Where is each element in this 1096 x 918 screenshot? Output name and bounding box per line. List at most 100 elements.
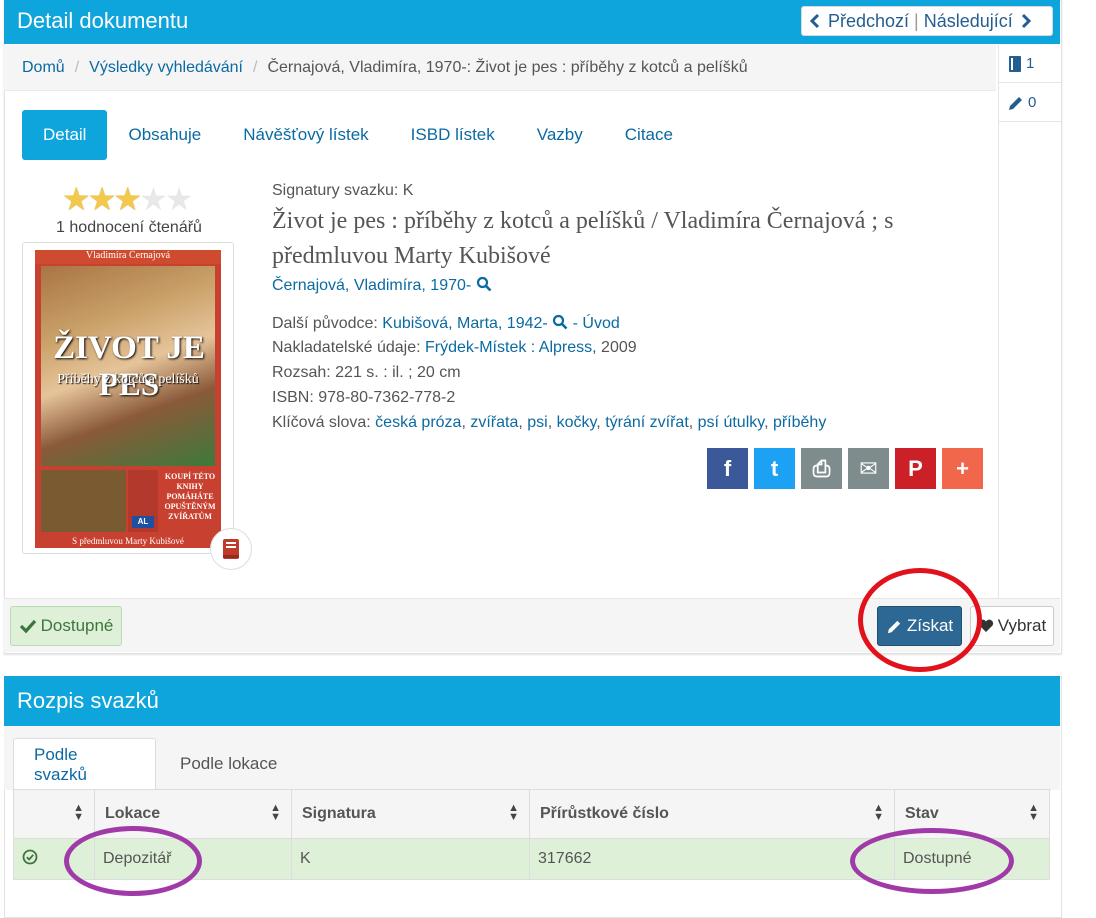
book-cover-image: Vladimíra Černajová ŽIVOT JE PES Příběhy… <box>35 250 221 548</box>
breadcrumb-separator: / <box>253 58 258 76</box>
tab-catalog-card[interactable]: Návěšťový lístek <box>222 110 389 160</box>
share-buttons: f t ⎙ ✉ P + <box>707 448 983 489</box>
extent-value: 221 s. : il. ; 20 cm <box>335 364 461 381</box>
other-authors: Další původce: Kubišová, Marta, 1942- - … <box>272 314 620 333</box>
star-icon: ★ <box>139 181 168 217</box>
breadcrumb-search-results[interactable]: Výsledky vyhledávání <box>89 59 243 77</box>
sort-icon: ▲ ▼ <box>270 802 281 823</box>
signatures: Signatury svazku: K <box>272 182 413 200</box>
annotation-purple-ellipse-status <box>850 828 1014 894</box>
cover-subtitle: Příběhy z kotců a pelíšků <box>57 372 199 387</box>
cover-foot: S předmluvou Marty Kubišové <box>72 536 184 546</box>
tab-by-volume[interactable]: Podle svazků <box>13 738 156 790</box>
prev-label: Předchozí <box>828 10 910 31</box>
star-rating[interactable]: ★★★★★ <box>62 180 194 218</box>
keyword-link[interactable]: česká próza <box>375 414 461 431</box>
twitter-icon[interactable]: t <box>754 448 795 489</box>
tab-isbd-card[interactable]: ISBD lístek <box>390 110 516 160</box>
record-title: Život je pes : příběhy z kotců a pelíšků… <box>272 204 982 274</box>
column-label: Stav <box>905 805 939 822</box>
search-icon[interactable] <box>552 314 568 330</box>
tab-by-location[interactable]: Podle lokace <box>160 738 297 790</box>
next-label: Následující <box>923 10 1013 31</box>
rating-count: 1 hodnocení čtenářů <box>56 219 202 236</box>
check-icon <box>19 619 36 634</box>
sidebar-item-notes[interactable]: 0 <box>999 84 1061 122</box>
breadcrumb-separator: / <box>74 58 80 76</box>
sort-icon: ▲ ▼ <box>873 802 884 823</box>
tab-contains[interactable]: Obsahuje <box>107 110 222 160</box>
star-icon: ★ <box>87 181 117 217</box>
prev-next-nav: Předchozí | Následující <box>801 6 1053 36</box>
publisher-link[interactable]: Frýdek-Místek : Alpress, <box>425 339 597 356</box>
holdings-header <box>4 676 1060 726</box>
record-title-line: předmluvou Marty Kubišové <box>272 243 551 269</box>
keyword-link[interactable]: příběhy <box>773 414 826 431</box>
tab-detail[interactable]: Detail <box>22 110 108 160</box>
book-icon <box>223 539 239 559</box>
keyword-link[interactable]: psi <box>527 414 547 431</box>
cover-promo: KOUPÍ TÉTO KNIHY POMÁHÁTE OPUŠTĚNÝM ZVÍŘ… <box>164 472 216 521</box>
record-tabs: Detail Obsahuje Návěšťový lístek ISBD lí… <box>22 110 694 160</box>
meta-label: ISBN: <box>272 389 314 406</box>
record-author: Černajová, Vladimíra, 1970- <box>272 276 492 295</box>
meta-label: Nakladatelské údaje: <box>272 339 421 356</box>
sidebar-item-basket[interactable]: 1 <box>999 45 1061 83</box>
column-header-accession[interactable]: Přírůstkové číslo ▲ ▼ <box>529 789 895 839</box>
footer-gap <box>652 880 744 916</box>
author-link[interactable]: Černajová, Vladimíra, 1970- <box>272 277 471 294</box>
prev-button[interactable]: Předchozí <box>802 11 909 32</box>
pinterest-icon[interactable]: P <box>895 448 936 489</box>
keyword-link[interactable]: psí útulky <box>698 414 764 431</box>
search-icon[interactable] <box>476 276 492 292</box>
column-header-status-icon[interactable]: ▲ ▼ <box>13 789 95 839</box>
meta-label: Klíčová slova: <box>272 414 371 431</box>
keyword-link[interactable]: zvířata <box>470 414 518 431</box>
print-icon[interactable]: ⎙ <box>801 448 842 489</box>
sort-icon: ▲ ▼ <box>73 802 84 823</box>
check-circle-icon <box>22 849 38 864</box>
holdings-title: Rozpis svazků <box>17 688 159 713</box>
page-title: Detail dokumentu <box>17 8 189 33</box>
breadcrumb-current: Černajová, Vladimíra, 1970-: Život je pe… <box>267 58 748 76</box>
format-badge <box>210 528 252 570</box>
publisher-info: Nakladatelské údaje: Frýdek-Místek : Alp… <box>272 339 637 357</box>
cover-author: Vladimíra Černajová <box>35 250 221 264</box>
sidebar-count: 0 <box>1028 94 1037 111</box>
cover-horse-photo <box>41 470 126 532</box>
tab-links[interactable]: Vazby <box>516 110 604 160</box>
availability-button[interactable]: Dostupné <box>10 606 122 646</box>
isbn-info: ISBN: 978-80-7362-778-2 <box>272 389 455 407</box>
record-title-line: Život je pes : příběhy z kotců a pelíšků… <box>272 208 894 234</box>
sort-icon: ▲ ▼ <box>508 802 519 823</box>
select-button[interactable]: Vybrat <box>970 606 1054 646</box>
availability-label: Dostupné <box>40 616 114 635</box>
cover-publisher-mark: AL <box>132 516 154 528</box>
chevron-right-icon <box>1021 13 1031 29</box>
star-icon: ★ <box>164 181 194 217</box>
tab-citation[interactable]: Citace <box>604 110 694 160</box>
signatures-value: K <box>402 182 414 199</box>
column-label: Lokace <box>105 805 161 822</box>
contributor-link[interactable]: Kubišová, Marta, 1942- <box>382 315 547 332</box>
role-separator: - <box>572 315 578 332</box>
column-label: Přírůstkové číslo <box>540 805 669 822</box>
star-icon: ★ <box>62 181 91 217</box>
cell-signature: K <box>291 838 530 880</box>
breadcrumb-home[interactable]: Domů <box>22 59 65 77</box>
email-icon[interactable]: ✉ <box>848 448 889 489</box>
column-header-signature[interactable]: Signatura ▲ ▼ <box>291 789 530 839</box>
breadcrumb: Domů / Výsledky vyhledávání / Černajová,… <box>4 45 996 91</box>
sort-icon: ▲ ▼ <box>1028 802 1039 823</box>
facebook-icon[interactable]: f <box>707 448 748 489</box>
more-icon[interactable]: + <box>942 448 983 489</box>
keyword-link[interactable]: kočky <box>557 414 597 431</box>
isbn-value: 978-80-7362-778-2 <box>318 389 456 406</box>
chevron-left-icon <box>809 13 820 29</box>
star-icon: ★ <box>113 181 142 217</box>
keyword-link[interactable]: týrání zvířat <box>605 414 689 431</box>
side-toolbar: 1 0 <box>998 45 1061 598</box>
next-button[interactable]: Následující <box>924 11 1033 32</box>
column-label: Signatura <box>302 805 376 822</box>
select-label: Vybrat <box>997 616 1047 635</box>
